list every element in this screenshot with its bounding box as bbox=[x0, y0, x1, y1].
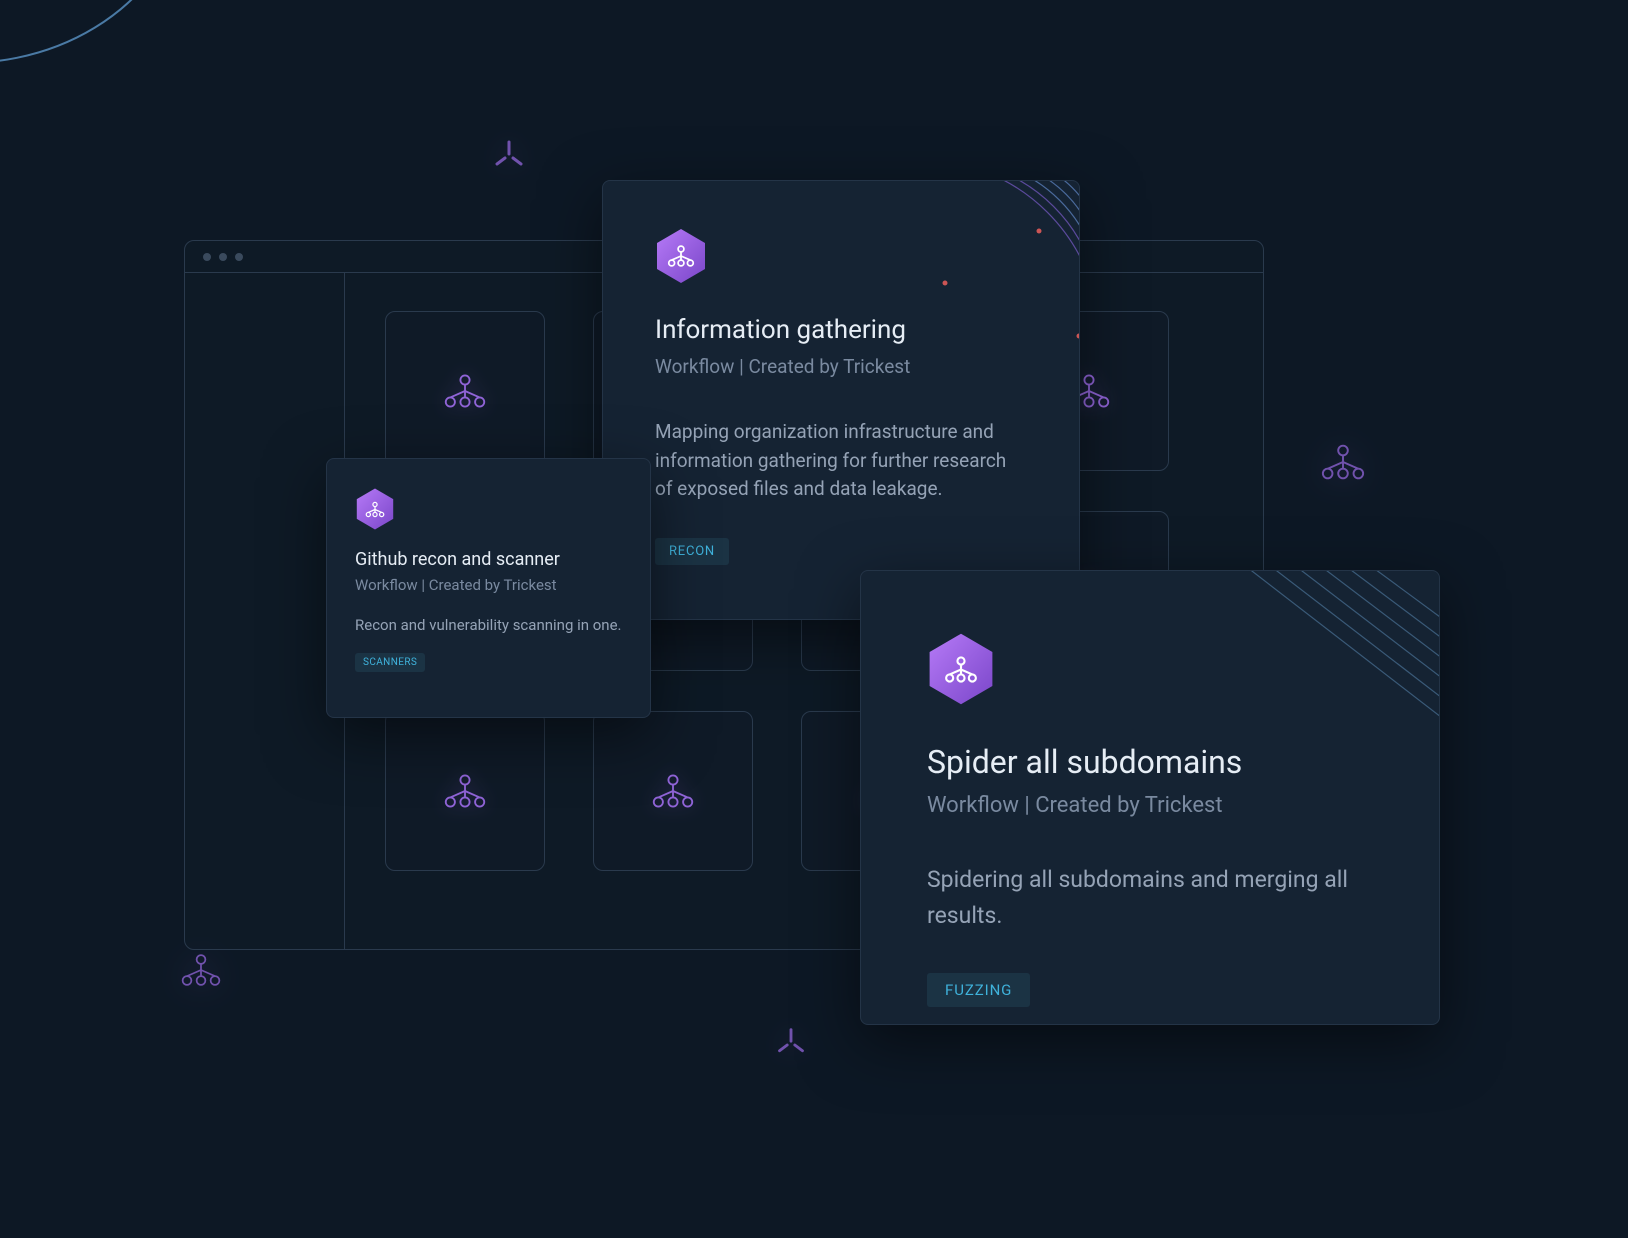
card-subtitle: Workflow | Created by Trickest bbox=[355, 576, 622, 594]
card-subtitle: Workflow | Created by Trickest bbox=[655, 355, 1027, 378]
tag-fuzzing[interactable]: FUZZING bbox=[927, 973, 1030, 1007]
card-github-recon[interactable]: Github recon and scanner Workflow | Crea… bbox=[326, 458, 651, 718]
hexagon-tree-icon bbox=[655, 227, 707, 285]
card-description: Recon and vulnerability scanning in one. bbox=[355, 614, 622, 637]
card-information-gathering[interactable]: Information gathering Workflow | Created… bbox=[602, 180, 1080, 620]
window-dot bbox=[235, 253, 243, 261]
card-spider-subdomains[interactable]: Spider all subdomains Workflow | Created… bbox=[860, 570, 1440, 1025]
grid-tile[interactable] bbox=[385, 711, 545, 871]
tag-recon[interactable]: RECON bbox=[655, 538, 729, 565]
tag-scanners[interactable]: SCANNERS bbox=[355, 653, 425, 672]
card-description: Mapping organization infrastructure and … bbox=[655, 418, 1027, 504]
window-sidebar bbox=[185, 273, 345, 949]
grid-tile[interactable] bbox=[385, 311, 545, 471]
decorative-curve bbox=[0, 0, 340, 120]
three-lines-icon bbox=[487, 136, 531, 180]
card-title: Information gathering bbox=[655, 315, 1027, 345]
tree-icon bbox=[1320, 442, 1366, 482]
card-title: Github recon and scanner bbox=[355, 549, 622, 570]
card-description: Spidering all subdomains and merging all… bbox=[927, 862, 1373, 933]
tree-icon bbox=[180, 952, 222, 988]
three-lines-icon bbox=[770, 1024, 812, 1066]
card-title: Spider all subdomains bbox=[927, 743, 1373, 781]
grid-tile[interactable] bbox=[593, 711, 753, 871]
hexagon-tree-icon bbox=[927, 631, 995, 707]
card-subtitle: Workflow | Created by Trickest bbox=[927, 793, 1373, 818]
window-dot bbox=[203, 253, 211, 261]
window-dot bbox=[219, 253, 227, 261]
hexagon-tree-icon bbox=[355, 487, 395, 531]
